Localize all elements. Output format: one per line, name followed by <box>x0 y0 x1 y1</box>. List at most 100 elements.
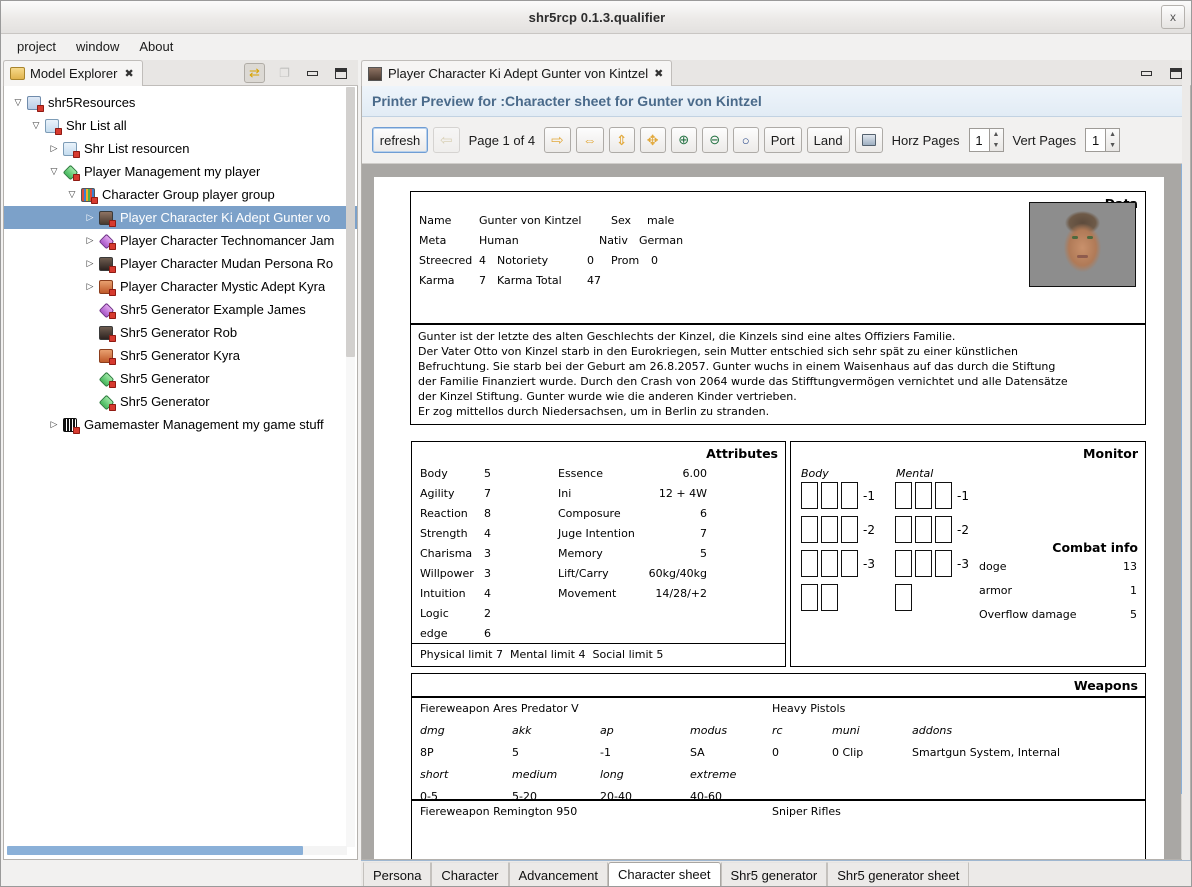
tab-close-icon[interactable]: ✖ <box>124 67 133 80</box>
tree-item[interactable]: ▽ shr5Resources <box>4 91 357 114</box>
vert-pages-value[interactable]: 1 <box>1085 128 1106 152</box>
minimize-icon[interactable] <box>302 63 323 83</box>
vert-pages-arrows[interactable]: ▲ ▼ <box>1105 128 1121 152</box>
tree-item[interactable]: ▷ Player Character Ki Adept Gunter vo <box>4 206 357 229</box>
attribute-value: 3 <box>484 547 491 560</box>
previous-page-button[interactable]: ⇦ <box>433 127 460 153</box>
fit-page-button[interactable]: ✥ <box>639 127 666 153</box>
error-overlay-icon <box>109 311 116 319</box>
tree-item[interactable]: Shr5 Generator Example James <box>4 298 357 321</box>
next-page-button[interactable]: ⇨ <box>544 127 571 153</box>
damage-box[interactable] <box>895 482 912 509</box>
bottom-tab-character[interactable]: Character <box>431 862 509 886</box>
damage-box[interactable] <box>895 516 912 543</box>
damage-box[interactable] <box>895 550 912 577</box>
bottom-tab-shr5-generator-sheet[interactable]: Shr5 generator sheet <box>827 862 970 886</box>
tree-item[interactable]: ▷ Player Character Mudan Persona Ro <box>4 252 357 275</box>
tree-item[interactable]: Shr5 Generator <box>4 367 357 390</box>
tree-item[interactable]: Shr5 Generator Rob <box>4 321 357 344</box>
damage-box[interactable] <box>935 550 952 577</box>
menu-item-project[interactable]: project <box>9 36 64 57</box>
model-explorer-tree[interactable]: ▽ shr5Resources ▽ Shr List all ▷ Shr List res… <box>3 86 358 860</box>
fit-horizontal-button[interactable]: ⇔ <box>575 127 604 153</box>
menu-item-window[interactable]: window <box>68 36 127 57</box>
damage-box[interactable] <box>801 516 818 543</box>
chevron-down-icon[interactable]: ▽ <box>10 97 26 108</box>
portrait-orientation-button[interactable]: Port <box>763 127 802 153</box>
chevron-right-icon[interactable]: ▷ <box>82 235 98 246</box>
vert-pages-stepper[interactable]: 1 ▲ ▼ <box>1085 128 1121 152</box>
bottom-tab-persona[interactable]: Persona <box>363 862 432 886</box>
zoom-reset-button[interactable]: ○ <box>732 127 759 153</box>
tree-item-icon <box>98 279 116 296</box>
tree-item[interactable]: ▽ Character Group player group <box>4 183 357 206</box>
print-button[interactable] <box>854 127 883 153</box>
chevron-right-icon[interactable]: ▷ <box>46 143 62 154</box>
chevron-right-icon[interactable]: ▷ <box>82 258 98 269</box>
tree-item[interactable]: ▷ Gamemaster Management my game stuff <box>4 413 357 436</box>
damage-box[interactable] <box>895 584 912 611</box>
fit-vertical-button[interactable]: ⇕ <box>608 127 635 153</box>
chevron-right-icon[interactable]: ▷ <box>82 212 98 223</box>
tree-vscroll-thumb[interactable] <box>346 87 355 357</box>
tree-item[interactable]: Shr5 Generator Kyra <box>4 344 357 367</box>
damage-box[interactable] <box>915 516 932 543</box>
zoom-out-button[interactable]: ⊖ <box>701 127 728 153</box>
tree-item[interactable]: ▽ Shr List all <box>4 114 357 137</box>
collapse-all-icon[interactable]: ❐ <box>274 63 295 83</box>
page-preview-canvas[interactable]: Data NameGunter von KintzelSexmaleMetaHu… <box>362 164 1190 859</box>
tree-vertical-scrollbar[interactable] <box>346 87 355 847</box>
bottom-tab-advancement[interactable]: Advancement <box>508 862 608 886</box>
damage-box[interactable] <box>915 550 932 577</box>
data-label: Notoriety <box>497 254 549 267</box>
damage-box[interactable] <box>801 550 818 577</box>
tree-hscroll-thumb[interactable] <box>7 846 303 855</box>
chevron-down-icon[interactable]: ▽ <box>46 166 62 177</box>
damage-box[interactable] <box>821 550 838 577</box>
tab-player-character[interactable]: Player Character Ki Adept Gunter von Kin… <box>361 60 673 86</box>
spin-up-icon[interactable]: ▲ <box>1106 129 1119 140</box>
bottom-tab-character-sheet[interactable]: Character sheet <box>608 862 721 886</box>
tree-horizontal-scrollbar[interactable] <box>7 846 347 855</box>
biography-line: Befruchtung. Sie starb bei der Geburt am… <box>418 360 1056 373</box>
horz-pages-value[interactable]: 1 <box>968 128 989 152</box>
damage-box[interactable] <box>821 516 838 543</box>
damage-box[interactable] <box>801 584 818 611</box>
horz-pages-arrows[interactable]: ▲ ▼ <box>988 128 1004 152</box>
tree-item[interactable]: ▷ Player Character Technomancer Jam <box>4 229 357 252</box>
zoom-in-button[interactable]: ⊕ <box>670 127 697 153</box>
menu-item-about[interactable]: About <box>131 36 181 57</box>
chevron-down-icon[interactable]: ▽ <box>64 189 80 200</box>
chevron-right-icon[interactable]: ▷ <box>46 419 62 430</box>
window-vertical-scrollbar[interactable] <box>1182 60 1190 860</box>
landscape-orientation-button[interactable]: Land <box>806 127 850 153</box>
damage-box[interactable] <box>841 482 858 509</box>
damage-box[interactable] <box>821 584 838 611</box>
tree-item[interactable]: ▷ Shr List resourcen <box>4 137 357 160</box>
tree-item[interactable]: Shr5 Generator <box>4 390 357 413</box>
damage-box[interactable] <box>801 482 818 509</box>
tab-close-icon[interactable]: ✖ <box>654 67 663 80</box>
spin-up-icon[interactable]: ▲ <box>990 129 1003 140</box>
close-window-button[interactable]: x <box>1161 5 1185 29</box>
spin-down-icon[interactable]: ▼ <box>990 140 1003 151</box>
chevron-right-icon[interactable]: ▷ <box>82 281 98 292</box>
damage-box[interactable] <box>915 482 932 509</box>
spin-down-icon[interactable]: ▼ <box>1106 140 1119 151</box>
chevron-down-icon[interactable]: ▽ <box>28 120 44 131</box>
bottom-tab-shr5-generator[interactable]: Shr5 generator <box>720 862 828 886</box>
tree-item[interactable]: ▽ Player Management my player <box>4 160 357 183</box>
editor-minimize-icon[interactable] <box>1136 64 1156 82</box>
damage-box[interactable] <box>821 482 838 509</box>
damage-box[interactable] <box>841 516 858 543</box>
link-with-editor-icon[interactable]: ⇄ <box>244 63 265 83</box>
damage-box[interactable] <box>841 550 858 577</box>
tree-item[interactable]: ▷ Player Character Mystic Adept Kyra <box>4 275 357 298</box>
tab-model-explorer[interactable]: Model Explorer ✖ <box>3 60 143 86</box>
damage-box[interactable] <box>935 516 952 543</box>
damage-box[interactable] <box>935 482 952 509</box>
horz-pages-stepper[interactable]: 1 ▲ ▼ <box>968 128 1004 152</box>
maximize-icon[interactable] <box>330 63 351 83</box>
weapon-category: Sniper Rifles <box>772 805 841 818</box>
refresh-button[interactable]: refresh <box>372 127 428 153</box>
